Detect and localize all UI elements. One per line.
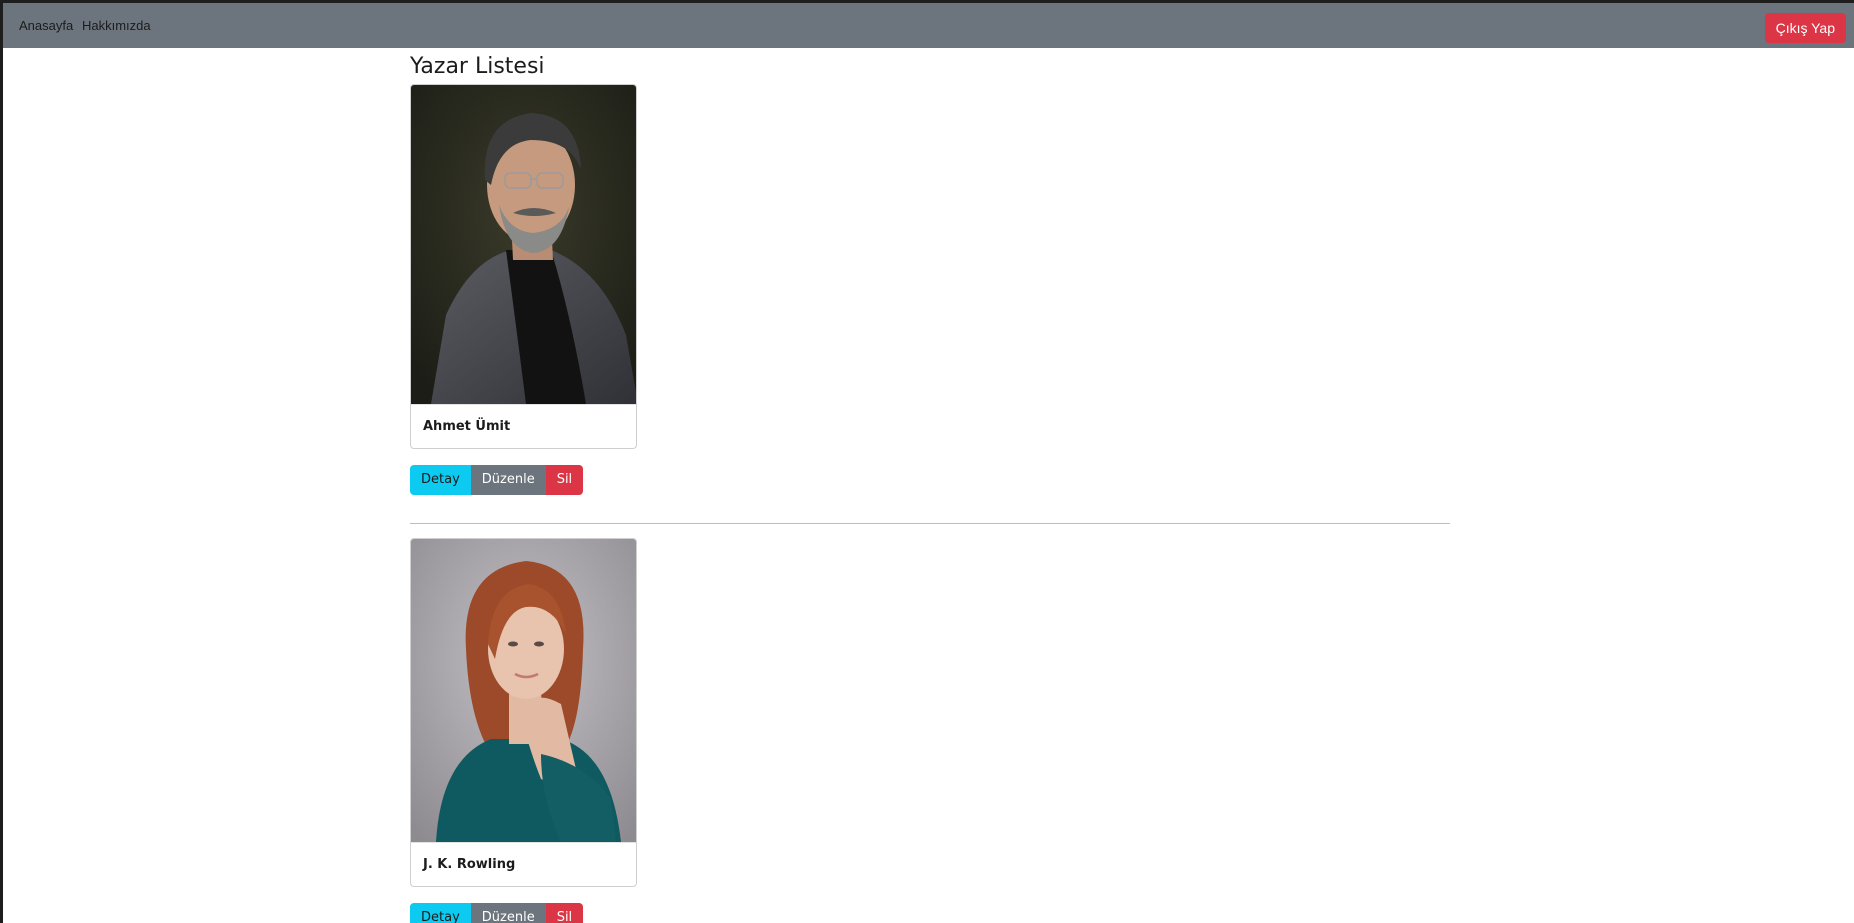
detail-button[interactable]: Detay bbox=[410, 465, 471, 495]
browser-viewport: Anasayfa Hakkımızda Çıkış Yap Yazar List… bbox=[3, 3, 1854, 923]
author-name: J. K. Rowling bbox=[411, 842, 636, 886]
main-content: Yazar Listesi Ahmet Ümit Detay Düzenle S… bbox=[410, 48, 1450, 923]
author-photo bbox=[411, 85, 636, 404]
page-title: Yazar Listesi bbox=[410, 54, 545, 79]
author-item: J. K. Rowling Detay Düzenle Sil bbox=[410, 538, 1450, 923]
author-item: Ahmet Ümit Detay Düzenle Sil bbox=[410, 84, 1450, 524]
author-actions: Detay Düzenle Sil bbox=[410, 465, 1450, 495]
edit-button[interactable]: Düzenle bbox=[470, 903, 546, 923]
nav-link-about[interactable]: Hakkımızda bbox=[82, 3, 151, 48]
author-card: Ahmet Ümit bbox=[410, 84, 637, 449]
author-name: Ahmet Ümit bbox=[411, 404, 636, 448]
detail-button[interactable]: Detay bbox=[410, 903, 471, 923]
delete-button[interactable]: Sil bbox=[545, 465, 584, 495]
author-photo bbox=[411, 539, 636, 842]
author-actions: Detay Düzenle Sil bbox=[410, 903, 1450, 923]
author-card: J. K. Rowling bbox=[410, 538, 637, 887]
top-navbar: Anasayfa Hakkımızda Çıkış Yap bbox=[3, 3, 1854, 48]
logout-button[interactable]: Çıkış Yap bbox=[1764, 13, 1846, 43]
edit-button[interactable]: Düzenle bbox=[470, 465, 546, 495]
delete-button[interactable]: Sil bbox=[545, 903, 584, 923]
divider bbox=[410, 523, 1450, 524]
nav-link-home[interactable]: Anasayfa bbox=[19, 3, 73, 48]
